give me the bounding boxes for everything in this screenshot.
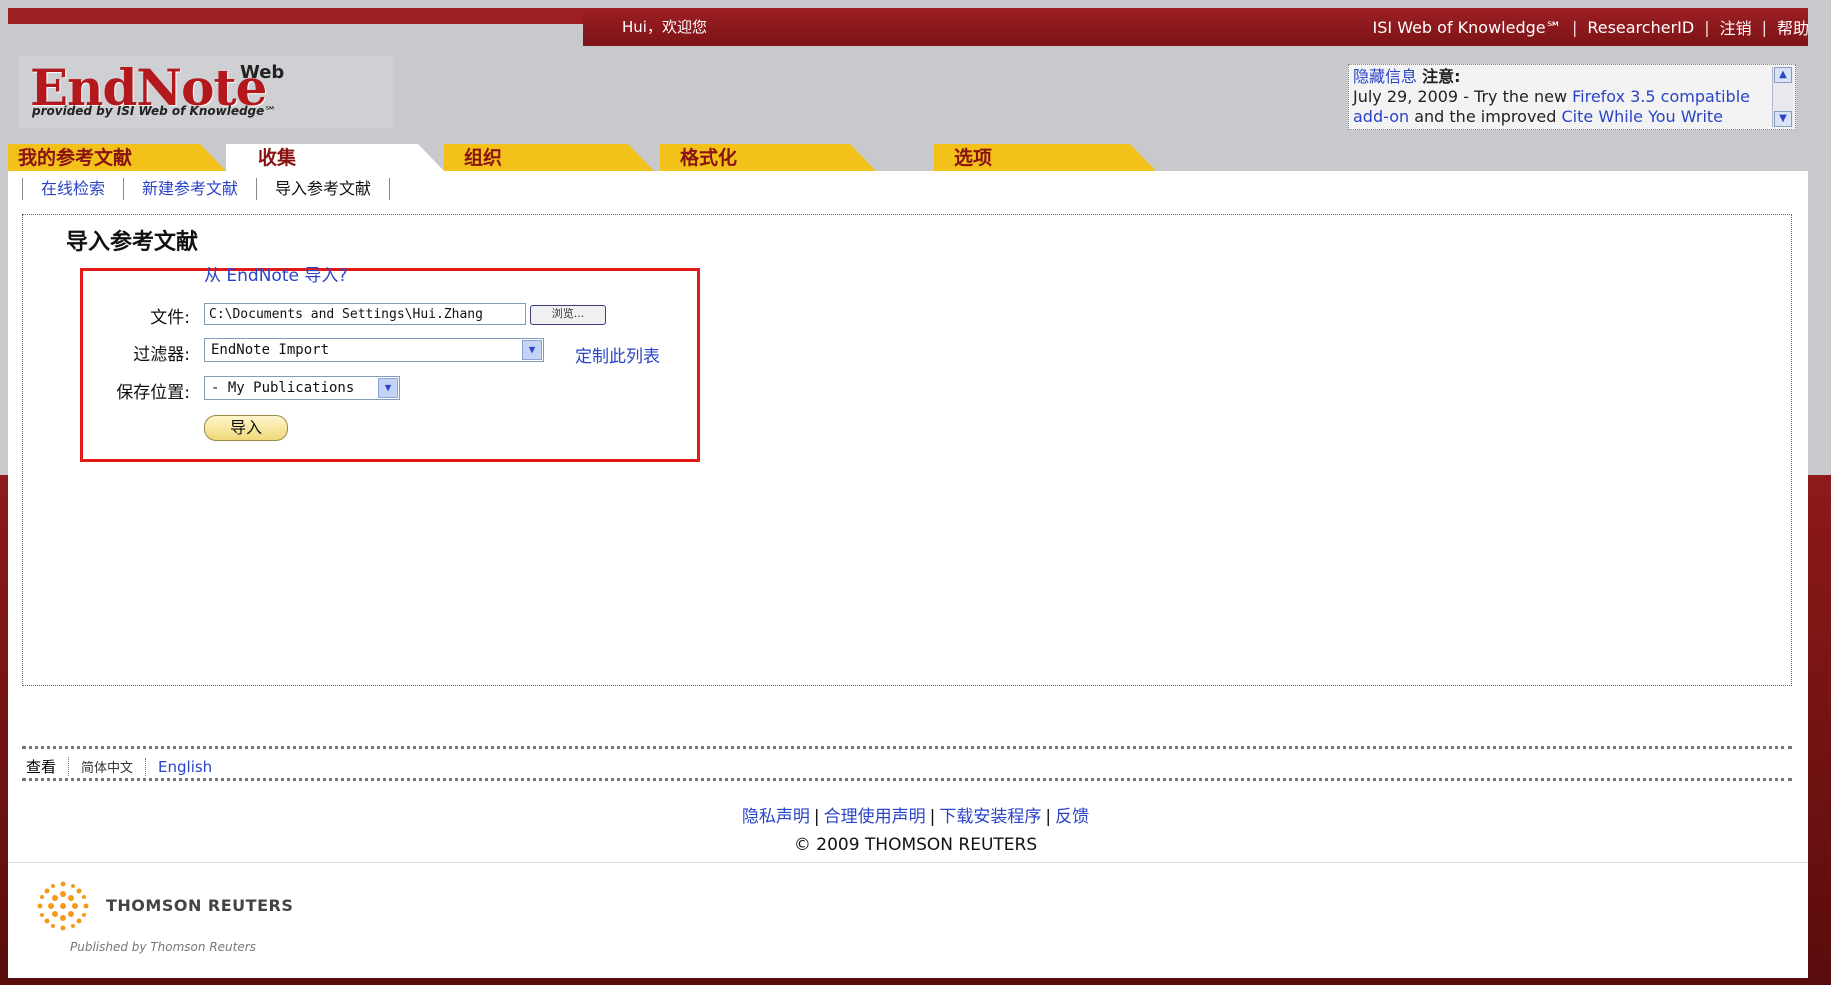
save-location-select[interactable]: - My Publications ▼ [204, 376, 400, 400]
separator: | [1761, 17, 1767, 37]
chevron-down-icon[interactable]: ▼ [378, 378, 398, 398]
tab-my-references[interactable]: 我的参考文献 [8, 144, 226, 171]
copyright: © 2009 THOMSON REUTERS [793, 835, 1038, 855]
notice-title: 注意: [1422, 67, 1461, 86]
hide-notice-link[interactable]: 隐藏信息 [1353, 67, 1417, 86]
fair-use-link[interactable]: 合理使用声明 [824, 807, 926, 827]
thomson-reuters-name: THOMSON REUTERS [106, 896, 294, 915]
tab-collect[interactable]: 收集 [226, 144, 444, 171]
separator: | [1704, 17, 1710, 37]
top-link-help[interactable]: 帮助 [1777, 15, 1809, 39]
tab-format[interactable]: 格式化 [660, 144, 876, 171]
import-from-endnote-link[interactable]: 从 EndNote 导入? [204, 266, 347, 284]
addon-link[interactable]: add-on [1353, 107, 1409, 126]
view-label: 查看 [26, 758, 57, 776]
filter-select[interactable]: EndNote Import ▼ [204, 338, 544, 362]
tab-organize[interactable]: 组织 [444, 144, 654, 171]
browse-button[interactable]: 浏览... [530, 305, 606, 325]
subnav-import-references[interactable]: 导入参考文献 [256, 178, 391, 200]
top-bar-notch [8, 24, 583, 48]
top-link-researcherid[interactable]: ResearcherID [1587, 18, 1694, 37]
save-location-label: 保存位置: [116, 383, 190, 403]
chevron-down-icon[interactable]: ▼ [522, 340, 542, 360]
privacy-link[interactable]: 隐私声明 [742, 807, 810, 827]
file-path-input[interactable]: C:\Documents and Settings\Hui.Zhang [204, 303, 526, 325]
import-button[interactable]: 导入 [204, 415, 288, 441]
footer-links: 隐私声明 | 合理使用声明 | 下载安装程序 | 反馈 [0, 802, 1831, 827]
scroll-down-icon[interactable]: ▼ [1774, 111, 1792, 127]
top-link-logout[interactable]: 注销 [1720, 15, 1752, 39]
download-installer-link[interactable]: 下载安装程序 [939, 807, 1041, 827]
separator: | [813, 807, 820, 827]
main-tabs: 我的参考文献 收集 组织 格式化 选项 [8, 144, 1808, 171]
lang-english-link[interactable]: English [145, 757, 224, 776]
divider [22, 746, 1792, 749]
published-by: Published by Thomson Reuters [70, 940, 256, 954]
logo-subtitle: provided by ISI Web of Knowledge℠ [32, 104, 277, 118]
subnav-online-search[interactable]: 在线检索 [22, 178, 123, 200]
save-location-value: - My Publications [211, 380, 355, 396]
thomson-reuters-logo-icon [37, 881, 89, 931]
top-link-isi[interactable]: ISI Web of Knowledge℠ [1373, 18, 1562, 37]
endnote-logo-web: Web [240, 62, 285, 83]
firefox-link[interactable]: Firefox 3.5 compatible [1572, 87, 1750, 106]
divider [8, 862, 1808, 863]
tab-options[interactable]: 选项 [934, 144, 1156, 171]
file-label: 文件: [150, 308, 190, 328]
subnav-new-reference[interactable]: 新建参考文献 [123, 178, 256, 200]
divider [22, 778, 1792, 781]
feedback-link[interactable]: 反馈 [1055, 807, 1089, 827]
filter-label: 过滤器: [133, 345, 190, 365]
top-bar-left [8, 8, 583, 24]
cwyw-link[interactable]: Cite While You Write [1562, 107, 1724, 126]
scroll-up-icon[interactable]: ▲ [1774, 67, 1792, 83]
page-title: 导入参考文献 [66, 230, 199, 255]
separator: | [929, 807, 936, 827]
top-links: ISI Web of Knowledge℠ | ResearcherID | 注… [1373, 15, 1809, 39]
separator: | [1045, 807, 1052, 827]
notice-scrollbar[interactable]: ▲ ▼ [1772, 67, 1793, 127]
language-bar: 查看 简体中文 English [26, 756, 249, 777]
separator: | [1571, 17, 1578, 37]
welcome-text: Hui，欢迎您 [622, 18, 707, 36]
lang-chinese-link[interactable]: 简体中文 [68, 757, 145, 776]
notice-box: 隐藏信息 注意: July 29, 2009 - Try the new Fir… [1348, 64, 1796, 130]
notice-text-2: and the improved [1409, 107, 1562, 126]
notice-text-1: July 29, 2009 - Try the new [1353, 87, 1573, 106]
customize-list-link[interactable]: 定制此列表 [575, 342, 660, 367]
filter-select-value: EndNote Import [211, 342, 330, 358]
sub-navigation: 在线检索 新建参考文献 导入参考文献 [22, 178, 391, 200]
